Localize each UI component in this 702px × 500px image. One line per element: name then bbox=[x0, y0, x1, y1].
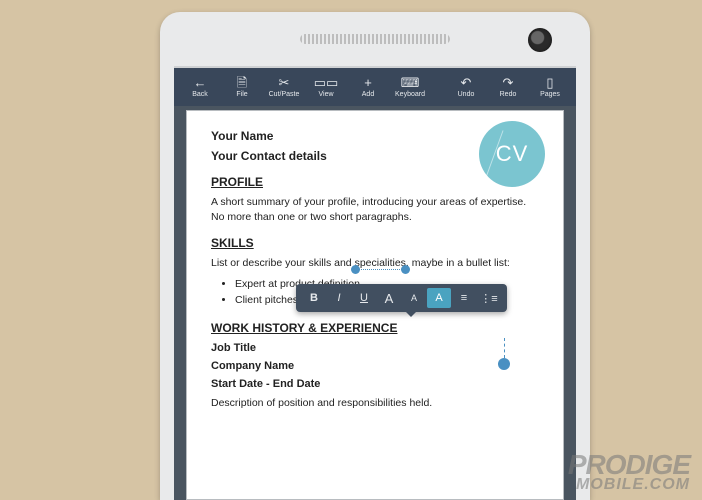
skills-post: , maybe in a bullet list: bbox=[406, 257, 510, 269]
scissors-icon: ✂ bbox=[279, 76, 290, 89]
cutpaste-button[interactable]: ✂ Cut/Paste bbox=[264, 70, 304, 104]
italic-icon: I bbox=[337, 292, 340, 304]
selected-word: specialities bbox=[355, 257, 406, 269]
add-button[interactable]: + Add bbox=[348, 70, 388, 104]
toolbar-pointer bbox=[406, 312, 416, 317]
view-label: View bbox=[318, 91, 333, 98]
undo-icon: ↶ bbox=[461, 76, 472, 89]
job-title[interactable]: Job Title bbox=[211, 341, 539, 356]
italic-button[interactable]: I bbox=[327, 288, 351, 308]
font-size-up-button[interactable]: A bbox=[377, 288, 401, 308]
pages-icon: ▯ bbox=[546, 76, 553, 89]
a-small-icon: A bbox=[411, 293, 417, 303]
undo-label: Undo bbox=[458, 91, 475, 98]
pages-label: Pages bbox=[540, 91, 560, 98]
work-heading[interactable]: WORK HISTORY & EXPERIENCE bbox=[211, 321, 539, 335]
align-button[interactable]: ≡ bbox=[452, 288, 476, 308]
list-icon: ⋮≡ bbox=[480, 292, 497, 305]
format-toolbar: B I U A A A ≡ ⋮≡ bbox=[296, 284, 507, 312]
redo-label: Redo bbox=[500, 91, 517, 98]
cursor-handle[interactable] bbox=[498, 358, 510, 370]
add-label: Add bbox=[362, 91, 374, 98]
screen: ← Back 🗎 File ✂ Cut/Paste ▭▭ View + Add … bbox=[174, 66, 576, 500]
main-toolbar: ← Back 🗎 File ✂ Cut/Paste ▭▭ View + Add … bbox=[174, 68, 576, 106]
text-style-button[interactable]: A bbox=[427, 288, 451, 308]
back-label: Back bbox=[192, 91, 208, 98]
keyboard-label: Keyboard bbox=[395, 91, 425, 98]
skills-body[interactable]: List or describe your skills and special… bbox=[211, 256, 539, 271]
bold-button[interactable]: B bbox=[302, 288, 326, 308]
pages-button[interactable]: ▯ Pages bbox=[530, 70, 570, 104]
cutpaste-label: Cut/Paste bbox=[269, 91, 300, 98]
phone-frame: ← Back 🗎 File ✂ Cut/Paste ▭▭ View + Add … bbox=[160, 12, 590, 500]
file-icon: 🗎 bbox=[237, 76, 247, 89]
job-dates[interactable]: Start Date - End Date bbox=[211, 377, 539, 392]
skills-heading[interactable]: SKILLS bbox=[211, 236, 539, 250]
keyboard-button[interactable]: ⌨ Keyboard bbox=[390, 70, 430, 104]
watermark-line2: MOBILE.COM bbox=[568, 478, 690, 492]
bold-icon: B bbox=[310, 292, 318, 304]
plus-icon: + bbox=[364, 76, 372, 89]
back-button[interactable]: ← Back bbox=[180, 70, 220, 104]
font-size-down-button[interactable]: A bbox=[402, 288, 426, 308]
cv-badge-text: CV bbox=[496, 141, 529, 167]
undo-button[interactable]: ↶ Undo bbox=[446, 70, 486, 104]
book-icon: ▭▭ bbox=[314, 76, 339, 89]
view-button[interactable]: ▭▭ View bbox=[306, 70, 346, 104]
a-large-icon: A bbox=[385, 291, 394, 306]
cv-badge: CV bbox=[479, 121, 545, 187]
phone-top-bezel bbox=[160, 12, 590, 66]
selection-handle-left[interactable] bbox=[351, 265, 360, 274]
keyboard-icon: ⌨ bbox=[401, 76, 420, 89]
job-description[interactable]: Description of position and responsibili… bbox=[211, 396, 539, 411]
text-selection[interactable]: specialities bbox=[355, 257, 406, 270]
company-name[interactable]: Company Name bbox=[211, 359, 539, 374]
redo-button[interactable]: ↷ Redo bbox=[488, 70, 528, 104]
redo-icon: ↷ bbox=[503, 76, 514, 89]
back-icon: ← bbox=[194, 76, 207, 89]
selection-handle-right[interactable] bbox=[401, 265, 410, 274]
profile-body[interactable]: A short summary of your profile, introdu… bbox=[211, 195, 539, 224]
underline-icon: U bbox=[360, 292, 368, 304]
list-button[interactable]: ⋮≡ bbox=[477, 288, 501, 308]
front-camera bbox=[528, 28, 552, 52]
speaker-grille bbox=[300, 34, 450, 44]
file-label: File bbox=[236, 91, 247, 98]
a-style-icon: A bbox=[435, 292, 442, 304]
align-icon: ≡ bbox=[461, 292, 467, 304]
file-button[interactable]: 🗎 File bbox=[222, 70, 262, 104]
skills-pre: List or describe your skills and bbox=[211, 257, 355, 269]
watermark: PRODIGE MOBILE.COM bbox=[568, 452, 690, 492]
underline-button[interactable]: U bbox=[352, 288, 376, 308]
